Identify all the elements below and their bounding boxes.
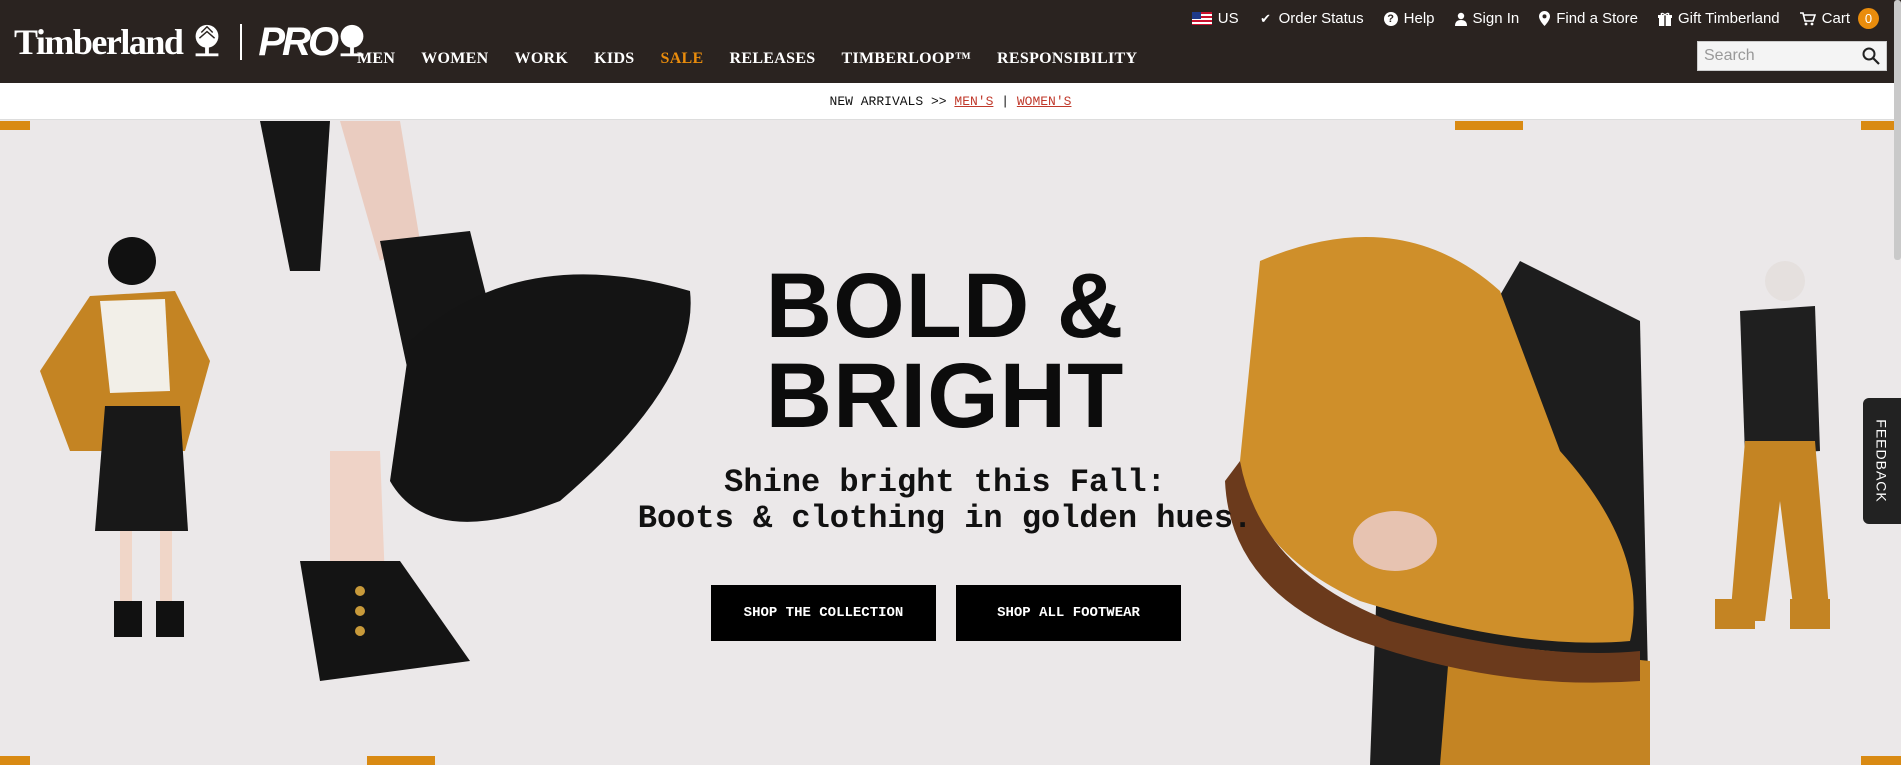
- cart-icon: [1799, 11, 1816, 25]
- promo-womens-link[interactable]: WOMEN'S: [1017, 94, 1072, 109]
- gift-link[interactable]: Gift Timberland: [1657, 10, 1780, 27]
- country-label: US: [1217, 10, 1239, 27]
- hero-subtitle-line1: Shine bright this Fall:: [724, 464, 1166, 501]
- hero-banner: BOLD & BRIGHT Shine bright this Fall: Bo…: [0, 121, 1901, 765]
- nav-releases[interactable]: RELEASES: [730, 50, 816, 68]
- feedback-tab[interactable]: FEEDBACK: [1863, 398, 1901, 524]
- hero-subtitle-line2: Boots & clothing in golden hues.: [637, 500, 1253, 537]
- shop-footwear-button[interactable]: SHOP ALL FOOTWEAR: [956, 585, 1181, 641]
- nav-kids[interactable]: KIDS: [594, 50, 634, 68]
- hero-title-line1: BOLD &: [765, 255, 1125, 357]
- pro-wordmark: PRO: [258, 20, 339, 64]
- help-icon: ?: [1383, 11, 1398, 26]
- help-link[interactable]: ? Help: [1383, 10, 1435, 27]
- corner-accent: [1455, 121, 1523, 130]
- country-selector[interactable]: US: [1191, 10, 1239, 27]
- cart-link[interactable]: Cart 0: [1799, 8, 1879, 29]
- search-box: [1697, 41, 1887, 71]
- nav-men[interactable]: MEN: [357, 50, 395, 68]
- corner-accent: [0, 121, 30, 130]
- promo-banner: NEW ARRIVALS >> MEN'S | WOMEN'S: [0, 83, 1901, 120]
- promo-mens-link[interactable]: MEN'S: [954, 94, 993, 109]
- cart-count-badge: 0: [1858, 8, 1879, 29]
- logo-divider: [240, 24, 243, 60]
- sign-in-label: Sign In: [1472, 10, 1520, 27]
- promo-separator: |: [1001, 93, 1010, 109]
- nav-timberloop[interactable]: TIMBERLOOP™: [842, 50, 972, 68]
- help-label: Help: [1403, 10, 1435, 27]
- map-pin-icon: [1539, 11, 1551, 26]
- corner-accent: [0, 756, 30, 765]
- utility-nav: US ✔ Order Status ? Help Sign In Find a …: [1191, 8, 1879, 29]
- promo-prefix: NEW ARRIVALS >>: [829, 93, 947, 109]
- nav-women[interactable]: WOMEN: [421, 50, 488, 68]
- hero-title-line2: BRIGHT: [765, 345, 1125, 447]
- logo[interactable]: Timberland PRO: [14, 22, 372, 62]
- checkmark-icon: ✔: [1260, 10, 1272, 26]
- corner-accent: [367, 756, 435, 765]
- search-icon[interactable]: [1862, 47, 1880, 65]
- gift-icon: [1657, 12, 1672, 26]
- find-store-link[interactable]: Find a Store: [1539, 10, 1638, 27]
- find-store-label: Find a Store: [1556, 10, 1638, 27]
- nav-sale[interactable]: SALE: [661, 50, 704, 68]
- cart-label: Cart: [1821, 10, 1850, 27]
- feedback-label: FEEDBACK: [1874, 419, 1890, 503]
- tree-logo-icon: [195, 24, 219, 57]
- sign-in-link[interactable]: Sign In: [1454, 10, 1520, 27]
- order-status-link[interactable]: ✔ Order Status: [1259, 10, 1364, 27]
- brand-wordmark: Timberland: [14, 22, 184, 62]
- order-status-label: Order Status: [1278, 10, 1364, 27]
- corner-accent: [1861, 756, 1901, 765]
- hero-title: BOLD & BRIGHT: [0, 255, 1890, 447]
- shop-collection-button[interactable]: SHOP THE COLLECTION: [711, 585, 936, 641]
- header: Timberland PRO US ✔ Order Status ? Help: [0, 0, 1901, 83]
- gift-label: Gift Timberland: [1677, 10, 1780, 27]
- nav-work[interactable]: WORK: [515, 50, 569, 68]
- user-icon: [1454, 12, 1467, 26]
- us-flag-icon: [1191, 12, 1212, 25]
- search-input[interactable]: [1698, 46, 1856, 66]
- hero-subtitle: Shine bright this Fall: Boots & clothing…: [0, 465, 1890, 537]
- nav-responsibility[interactable]: RESPONSIBILITY: [997, 50, 1137, 68]
- main-nav: MEN WOMEN WORK KIDS SALE RELEASES TIMBER…: [357, 50, 1137, 68]
- scrollbar-thumb[interactable]: [1894, 0, 1901, 260]
